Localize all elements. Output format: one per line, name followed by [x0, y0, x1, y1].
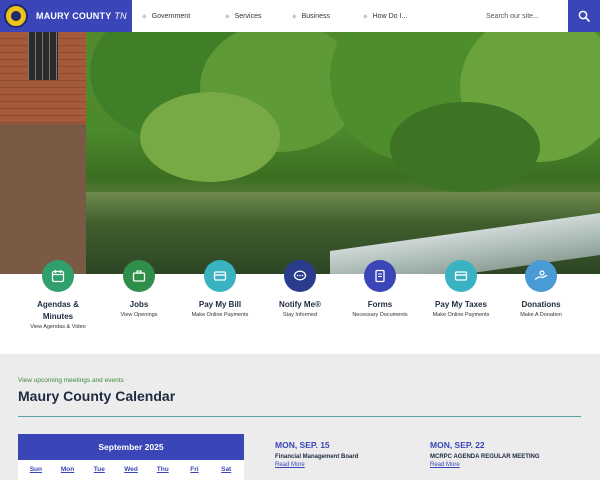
search-input[interactable]: Search our site... — [476, 0, 568, 32]
site-name-text: MAURY COUNTY — [36, 11, 112, 21]
event-name[interactable]: Financial Management Board — [275, 454, 425, 460]
weekday-header-row: Sun Mon Tue Wed Thu Fri Sat — [18, 460, 244, 473]
quick-link-subtitle: View Openings — [120, 312, 158, 318]
weekday-label: Mon — [60, 466, 75, 473]
diamond-icon: ◆ — [142, 13, 147, 20]
quick-link-subtitle: Stay Informed — [282, 312, 318, 318]
event-read-more-link[interactable]: Read More — [430, 462, 580, 468]
mill-window — [28, 32, 58, 80]
event-name[interactable]: MCRPC AGENDA REGULAR MEETING — [430, 454, 580, 460]
mill-foundation — [0, 124, 86, 274]
quick-link-forms[interactable]: Forms Necessary Documents — [340, 260, 420, 318]
event-read-more-link[interactable]: Read More — [275, 462, 425, 468]
nav-item-how-do-i[interactable]: ◆ How Do I... — [363, 0, 407, 32]
donation-hand-icon — [525, 260, 557, 292]
briefcase-icon — [123, 260, 155, 292]
site-header: MAURY COUNTY TN ◆ Government ◆ Services ◆ Bu… — [0, 0, 600, 32]
nav-label: Services — [234, 12, 262, 20]
nav-label: Business — [301, 12, 331, 20]
quick-link-subtitle: Make Online Payments — [432, 312, 490, 318]
event-item: MON, SEP. 22 MCRPC AGENDA REGULAR MEETIN… — [430, 440, 580, 468]
weekday-label: Sat — [221, 466, 232, 473]
calendar-kicker[interactable]: View upcoming meetings and events — [18, 377, 124, 384]
nav-label: How Do I... — [372, 12, 408, 20]
document-icon — [364, 260, 396, 292]
search-placeholder: Search our site... — [486, 12, 539, 20]
quick-link-subtitle: Make A Donation — [520, 312, 562, 318]
county-seal-logo — [4, 4, 28, 28]
quick-link-title: Agendas & Minutes — [37, 299, 79, 323]
event-item: MON, SEP. 15 Financial Management Board … — [275, 440, 425, 468]
hero-image — [0, 32, 600, 274]
search-button[interactable] — [568, 0, 600, 32]
quick-link-title-line1: Agendas & — [37, 300, 79, 309]
site-state-text: TN — [114, 11, 127, 21]
quick-link-subtitle: View Agendas & Video — [30, 324, 86, 330]
quick-link-pay-my-taxes[interactable]: Pay My Taxes Make Online Payments — [421, 260, 501, 318]
quick-link-jobs[interactable]: Jobs View Openings — [99, 260, 179, 318]
weekday-label: Wed — [124, 466, 138, 473]
diamond-icon: ◆ — [363, 13, 368, 20]
quick-link-title: Notify Me® — [279, 300, 321, 309]
weekday-label: Sun — [29, 466, 42, 473]
mini-calendar: September 2025 Sun Mon Tue Wed Thu Fri S… — [18, 434, 244, 480]
weekday-label: Tue — [93, 466, 105, 473]
quick-link-title-line2: Minutes — [42, 312, 74, 321]
quick-link-notify-me[interactable]: Notify Me® Stay Informed — [260, 260, 340, 318]
quick-link-title: Pay My Bill — [198, 300, 242, 309]
event-date: MON, SEP. 22 — [430, 440, 485, 450]
site-name: MAURY COUNTY TN — [36, 11, 127, 21]
credit-card-icon — [204, 260, 236, 292]
calendar-icon — [42, 260, 74, 292]
calendar-section: View upcoming meetings and events Maury … — [0, 354, 600, 480]
nav-item-government[interactable]: ◆ Government — [142, 0, 190, 32]
quick-link-subtitle: Necessary Documents — [352, 312, 408, 318]
quick-link-pay-my-bill[interactable]: Pay My Bill Make Online Payments — [180, 260, 260, 318]
quick-link-subtitle: Make Online Payments — [191, 312, 249, 318]
quick-link-title: Jobs — [129, 300, 149, 309]
quick-link-title: Donations — [521, 300, 561, 309]
nav-label: Government — [151, 12, 191, 20]
nav-item-services[interactable]: ◆ Services — [225, 0, 261, 32]
diamond-icon: ◆ — [225, 13, 230, 20]
home-logo-link[interactable]: MAURY COUNTY TN — [0, 0, 132, 32]
calendar-month-label: September 2025 — [18, 434, 244, 460]
quick-link-donations[interactable]: Donations Make A Donation — [501, 260, 581, 318]
weekday-label: Fri — [190, 466, 199, 473]
diamond-icon: ◆ — [292, 13, 297, 20]
credit-card-icon — [445, 260, 477, 292]
weekday-label: Thu — [156, 466, 169, 473]
nav-item-business[interactable]: ◆ Business — [292, 0, 330, 32]
calendar-title: Maury County Calendar — [18, 388, 176, 404]
search-icon — [578, 10, 590, 22]
section-divider — [18, 416, 581, 417]
event-date: MON, SEP. 15 — [275, 440, 330, 450]
quick-link-title: Pay My Taxes — [435, 300, 487, 309]
quick-link-title: Forms — [367, 300, 393, 309]
chat-bubble-icon — [284, 260, 316, 292]
quick-link-agendas[interactable]: Agendas & Minutes View Agendas & Video — [18, 260, 98, 330]
quick-links-bar: Agendas & Minutes View Agendas & Video J… — [0, 260, 600, 354]
